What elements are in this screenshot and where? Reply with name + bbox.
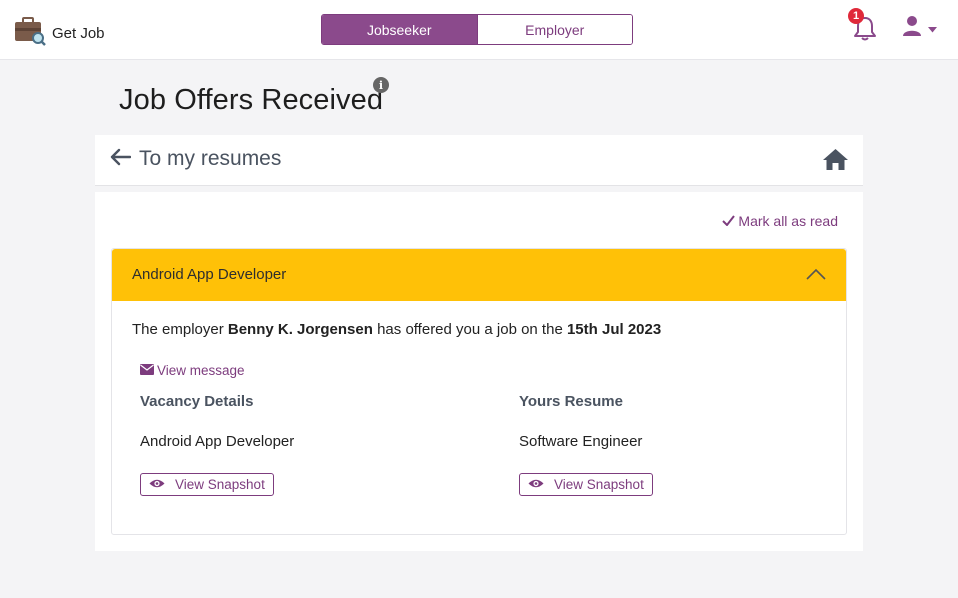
offer-sentence-prefix: The employer bbox=[132, 321, 228, 338]
offer-date: 15th Jul 2023 bbox=[566, 321, 662, 338]
check-icon bbox=[722, 213, 736, 229]
top-header: Get Job Jobseeker Employer 1 bbox=[0, 0, 958, 60]
bell-icon bbox=[852, 17, 878, 46]
offer-description: The employer Benny K. Jorgensen has offe… bbox=[132, 321, 661, 338]
resume-snapshot-button[interactable]: View Snapshot bbox=[519, 473, 653, 496]
home-icon[interactable] bbox=[822, 148, 849, 176]
view-message-link[interactable]: View message bbox=[140, 363, 245, 378]
employer-tab[interactable]: Employer bbox=[476, 15, 632, 44]
user-icon bbox=[902, 15, 922, 42]
chevron-up-icon[interactable] bbox=[806, 267, 826, 285]
jobseeker-tab[interactable]: Jobseeker bbox=[322, 15, 477, 44]
resume-value: Software Engineer bbox=[519, 433, 643, 450]
resume-snapshot-label: View Snapshot bbox=[554, 477, 644, 492]
offers-panel: Mark all as read Android App Developer T… bbox=[95, 192, 863, 551]
back-bar: To my resumes bbox=[95, 135, 863, 186]
notifications-button[interactable]: 1 bbox=[848, 8, 878, 42]
back-link-label: To my resumes bbox=[139, 147, 282, 170]
app-name: Get Job bbox=[52, 25, 105, 42]
envelope-icon bbox=[140, 363, 154, 378]
briefcase-search-icon bbox=[14, 16, 46, 51]
mark-all-read-link[interactable]: Mark all as read bbox=[722, 213, 838, 229]
vacancy-snapshot-button[interactable]: View Snapshot bbox=[140, 473, 274, 496]
resume-heading: Yours Resume bbox=[519, 393, 623, 410]
eye-icon bbox=[149, 477, 165, 492]
offer-sentence-middle: has offered you a job on the bbox=[372, 321, 567, 338]
back-to-resumes-link[interactable]: To my resumes bbox=[109, 147, 281, 171]
app-logo[interactable]: Get Job bbox=[14, 16, 105, 51]
user-menu[interactable] bbox=[902, 15, 937, 42]
employer-name: Benny K. Jorgensen bbox=[227, 321, 373, 338]
caret-down-icon bbox=[928, 20, 937, 38]
vacancy-value: Android App Developer bbox=[140, 433, 295, 450]
mark-all-read-label: Mark all as read bbox=[738, 213, 838, 229]
vacancy-snapshot-label: View Snapshot bbox=[175, 477, 265, 492]
offer-card-header[interactable]: Android App Developer bbox=[112, 249, 846, 301]
vacancy-details-heading: Vacancy Details bbox=[140, 393, 254, 410]
eye-icon bbox=[528, 477, 544, 492]
notification-badge: 1 bbox=[848, 8, 864, 24]
view-message-label: View message bbox=[157, 363, 245, 378]
role-toggle: Jobseeker Employer bbox=[321, 14, 633, 45]
offer-title: Android App Developer bbox=[132, 266, 287, 283]
offer-card: Android App Developer The employer Benny… bbox=[111, 248, 847, 535]
page-title: Job Offers Received bbox=[119, 84, 384, 116]
arrow-left-icon bbox=[109, 148, 132, 171]
info-icon[interactable]: i bbox=[373, 77, 389, 93]
